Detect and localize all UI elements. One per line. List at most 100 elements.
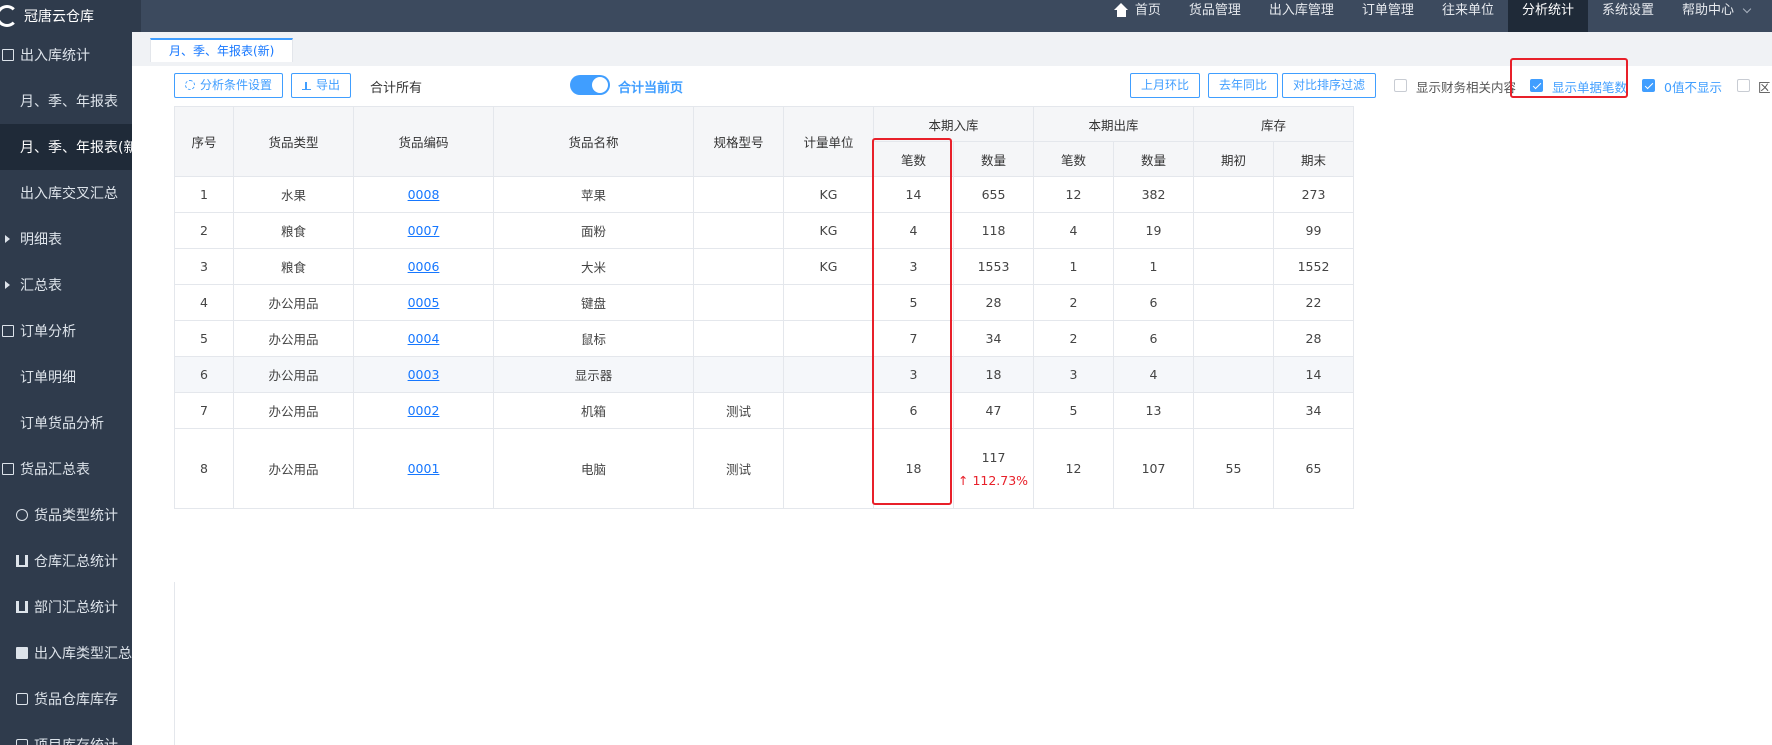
nav-label: 首页: [1134, 3, 1161, 18]
cell-type: 水果: [233, 176, 354, 213]
bar-chart-icon: [16, 601, 28, 613]
sidebar-item-label: 货品仓库库存: [34, 692, 118, 708]
sidebar-item-goods-stock[interactable]: 货品仓库库存: [0, 676, 132, 722]
goods-code-link[interactable]: 0003: [408, 367, 440, 382]
cell-begin: [1193, 284, 1274, 321]
sidebar-item-label: 出入库交叉汇总: [20, 186, 118, 202]
sidebar-item-period-report-new[interactable]: 月、季、年报表(新): [0, 124, 132, 170]
goods-code-link[interactable]: 0005: [408, 295, 440, 310]
box-icon: [16, 693, 28, 705]
sidebar-item-cross-summary[interactable]: 出入库交叉汇总: [0, 170, 132, 216]
cell-in-qty: 28: [953, 284, 1034, 321]
cell-spec: [693, 356, 784, 393]
nav-home[interactable]: 首页: [1100, 0, 1175, 32]
table-row[interactable]: 3 粮食 0006 大米 KG 3 1553 1 1 1552: [174, 248, 1354, 285]
goods-code-link[interactable]: 0001: [408, 461, 440, 476]
cell-name: 鼠标: [493, 320, 694, 357]
sidebar-item-type-stats[interactable]: 货品类型统计: [0, 492, 132, 538]
nav-inout[interactable]: 出入库管理: [1255, 0, 1348, 32]
sidebar-item-order-analysis[interactable]: 订单分析: [0, 308, 132, 354]
cell-name: 面粉: [493, 212, 694, 249]
highlight-box: [1510, 58, 1628, 98]
goods-code-link[interactable]: 0006: [408, 259, 440, 274]
cell-out-qty: 19: [1113, 212, 1194, 249]
cell-end: 99: [1273, 212, 1354, 249]
highlight-box: [872, 138, 952, 505]
sidebar-item-inout-type[interactable]: 出入库类型汇总: [0, 630, 132, 676]
sidebar-item-order-detail[interactable]: 订单明细: [0, 354, 132, 400]
cell-begin: [1193, 320, 1274, 357]
yoy-button[interactable]: 去年同比: [1208, 73, 1279, 98]
sidebar-item-detail[interactable]: 明细表: [0, 216, 132, 262]
cell-code[interactable]: 0007: [353, 212, 494, 249]
cell-code[interactable]: 0002: [353, 392, 494, 429]
cell-out-count: 12: [1033, 176, 1114, 213]
sidebar-item-label: 订单分析: [20, 324, 76, 340]
col-spec: 规格型号: [693, 106, 784, 177]
sidebar-item-warehouse-stats[interactable]: 仓库汇总统计: [0, 538, 132, 584]
cell-spec: [693, 212, 784, 249]
cell-code[interactable]: 0006: [353, 248, 494, 285]
goods-code-link[interactable]: 0007: [408, 223, 440, 238]
sidebar-item-label: 月、季、年报表(新): [20, 140, 132, 156]
table-row[interactable]: 6 办公用品 0003 显示器 3 18 3 4 14: [174, 356, 1354, 393]
cell-code[interactable]: 0001: [353, 428, 494, 509]
nav-label: 往来单位: [1441, 3, 1494, 18]
extra-checkbox[interactable]: [1737, 79, 1750, 92]
goods-code-link[interactable]: 0004: [408, 331, 440, 346]
sidebar-item-dept-stats[interactable]: 部门汇总统计: [0, 584, 132, 630]
cell-out-count: 1: [1033, 248, 1114, 285]
nav-goods[interactable]: 货品管理: [1175, 0, 1255, 32]
sidebar-item-label: 项目库存统计: [34, 735, 118, 745]
cell-in-qty: 18: [953, 356, 1034, 393]
table-row[interactable]: 7 办公用品 0002 机箱 测试 6 47 5 13 34: [174, 392, 1354, 429]
cell-index: 2: [174, 212, 234, 249]
cell-code[interactable]: 0004: [353, 320, 494, 357]
app-name: 冠唐云仓库: [24, 9, 94, 25]
sidebar-item-label: 货品汇总表: [20, 462, 90, 478]
table-row[interactable]: 2 粮食 0007 面粉 KG 4 118 4 19 99: [174, 212, 1354, 249]
sum-mode-toggle[interactable]: [570, 75, 610, 95]
sidebar-item-goods-summary[interactable]: 货品汇总表: [0, 446, 132, 492]
sidebar: 出入库统计 月、季、年报表 月、季、年报表(新) 出入库交叉汇总 明细表 汇总表…: [0, 32, 132, 745]
finance-checkbox[interactable]: [1394, 79, 1407, 92]
cell-out-qty: 1: [1113, 248, 1194, 285]
col-out-count: 笔数: [1033, 141, 1114, 177]
cell-index: 4: [174, 284, 234, 321]
cell-out-count: 5: [1033, 392, 1114, 429]
cell-code[interactable]: 0003: [353, 356, 494, 393]
export-button[interactable]: 导出: [291, 73, 352, 98]
cell-unit: KG: [783, 212, 874, 249]
compare-filter-button[interactable]: 对比排序过滤: [1282, 73, 1377, 98]
col-out-qty: 数量: [1113, 141, 1194, 177]
sidebar-item-order-goods[interactable]: 订单货品分析: [0, 400, 132, 446]
cell-code[interactable]: 0005: [353, 284, 494, 321]
doc-icon: [2, 463, 14, 475]
goods-code-link[interactable]: 0008: [408, 187, 440, 202]
sidebar-item-project-stock[interactable]: 项目库存统计: [0, 722, 132, 745]
analysis-settings-button[interactable]: 分析条件设置: [174, 73, 284, 98]
cell-out-count: 2: [1033, 284, 1114, 321]
sidebar-item-period-report[interactable]: 月、季、年报表: [0, 78, 132, 124]
nav-orders[interactable]: 订单管理: [1348, 0, 1428, 32]
caret-right-icon: [5, 281, 10, 289]
cell-begin: [1193, 248, 1274, 285]
goods-code-link[interactable]: 0002: [408, 403, 440, 418]
table-row[interactable]: 4 办公用品 0005 键盘 5 28 2 6 22: [174, 284, 1354, 321]
nav-analysis[interactable]: 分析统计: [1507, 0, 1588, 32]
nav-help[interactable]: 帮助中心: [1668, 0, 1772, 32]
app-logo[interactable]: 冠唐云仓库: [0, 0, 141, 32]
hide-zero-checkbox[interactable]: [1642, 79, 1655, 92]
sidebar-item-inout-stats[interactable]: 出入库统计: [0, 32, 132, 78]
mom-button[interactable]: 上月环比: [1130, 73, 1201, 98]
table-row[interactable]: 8 办公用品 0001 电脑 测试 18 117 ↑ 112.73% 12 107 55 65: [174, 428, 1354, 509]
sidebar-item-summary[interactable]: 汇总表: [0, 262, 132, 308]
cell-name: 苹果: [493, 176, 694, 213]
nav-partners[interactable]: 往来单位: [1428, 0, 1508, 32]
nav-settings[interactable]: 系统设置: [1588, 0, 1668, 32]
tab-period-report-new[interactable]: 月、季、年报表(新): [150, 38, 294, 62]
table-row[interactable]: 1 水果 0008 苹果 KG 14 655 12 382 273: [174, 176, 1354, 213]
table-row[interactable]: 5 办公用品 0004 鼠标 7 34 2 6 28: [174, 320, 1354, 357]
cell-code[interactable]: 0008: [353, 176, 494, 213]
extra-checkbox-label: 区: [1758, 80, 1771, 95]
